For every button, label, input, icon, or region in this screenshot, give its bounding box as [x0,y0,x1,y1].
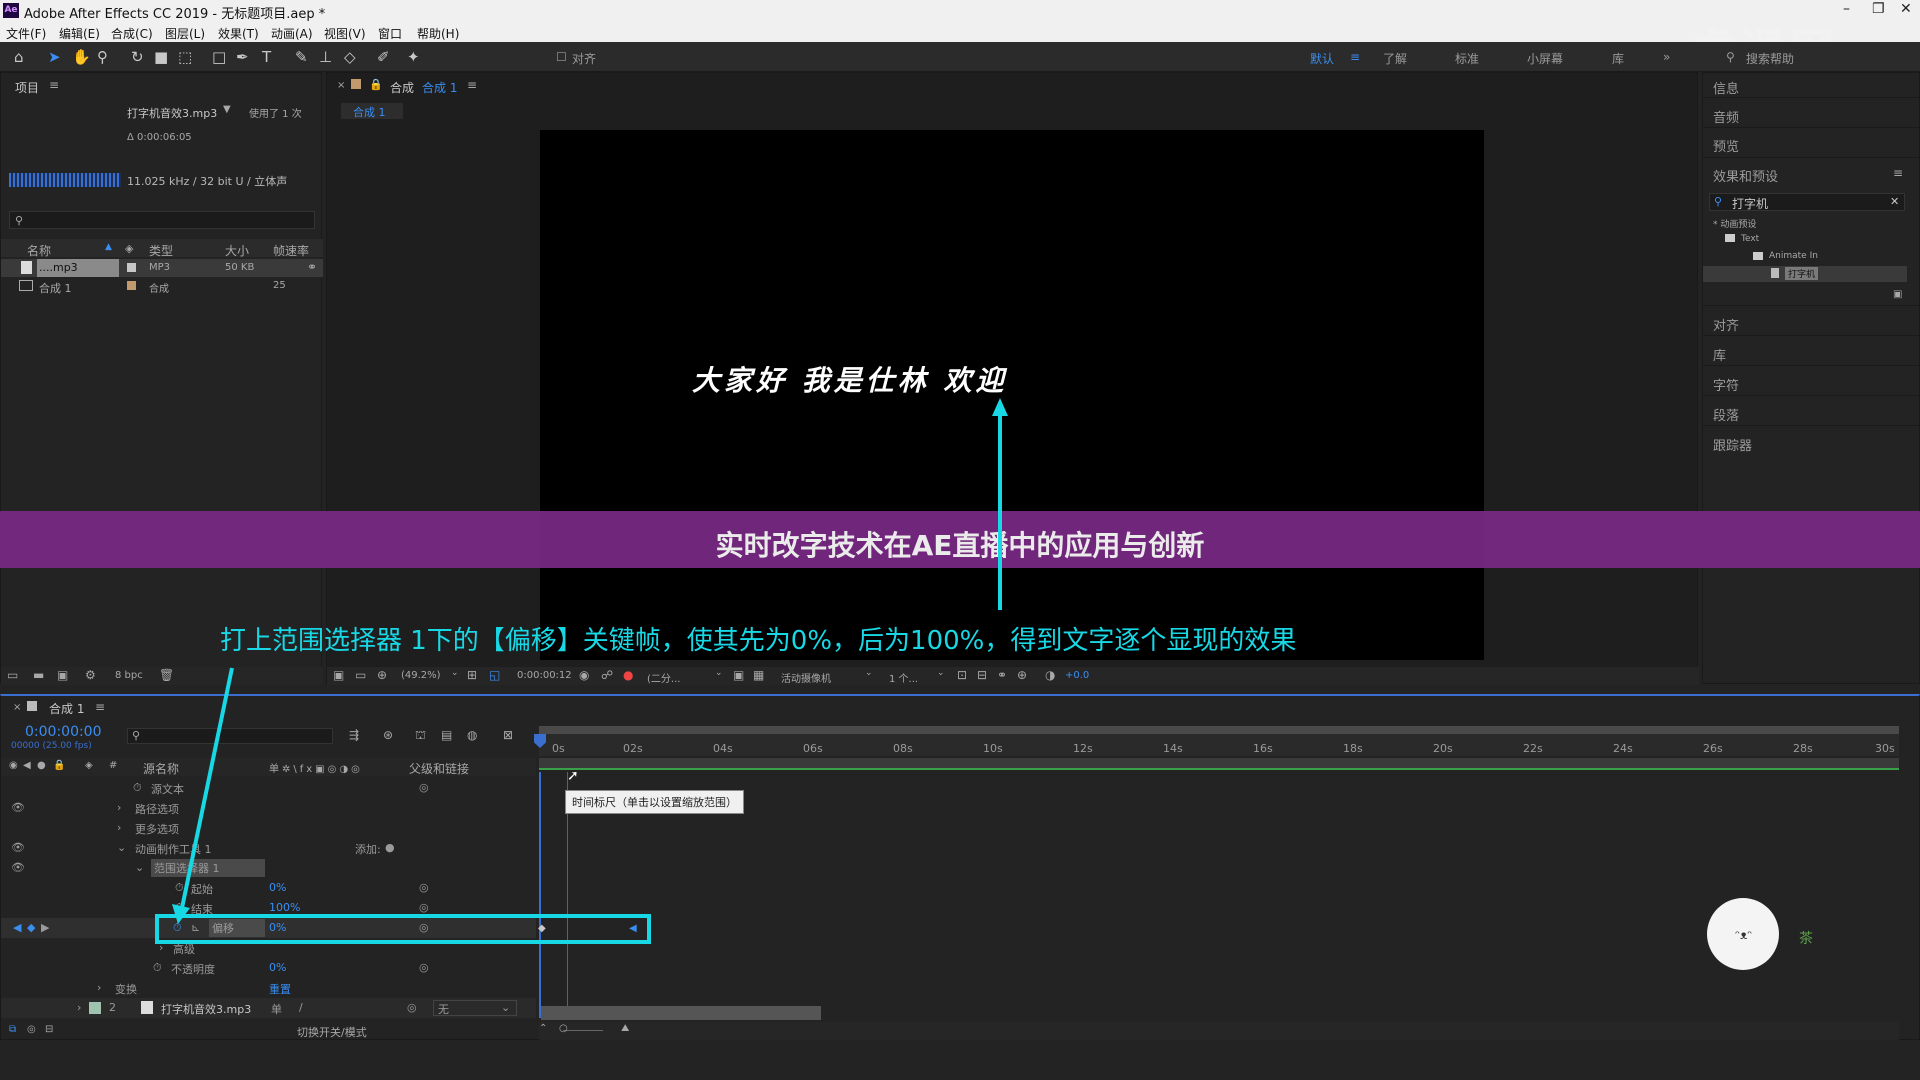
annotation-arrow-down [180,667,234,909]
annotation-arrow-up-head [992,398,1008,416]
offset-highlight-box [155,914,651,944]
annotation-overlay [155,398,1008,944]
